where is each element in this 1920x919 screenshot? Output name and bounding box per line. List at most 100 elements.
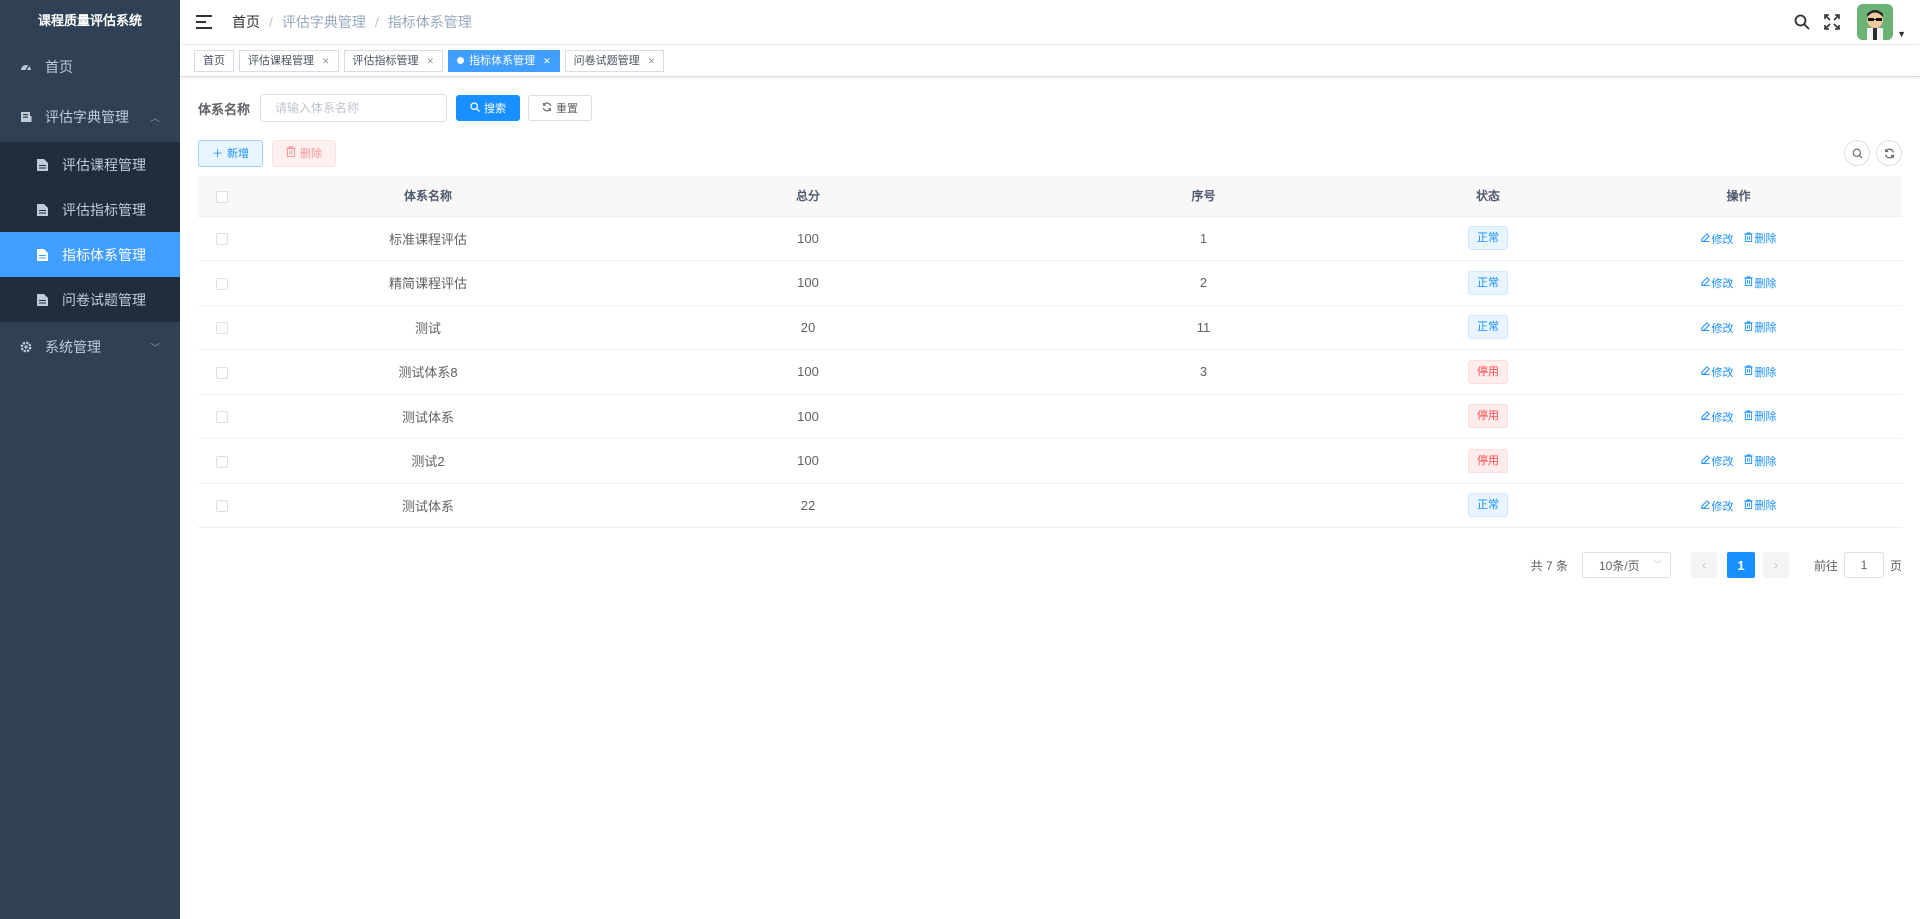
sidebar-item-indicator[interactable]: 评估指标管理: [0, 187, 180, 232]
document-icon: [36, 158, 48, 171]
delete-row-button[interactable]: 删除: [1743, 319, 1777, 335]
sidebar-item-label: 评估字典管理: [45, 109, 129, 125]
breadcrumb-home[interactable]: 首页: [232, 12, 260, 32]
hamburger-menu-icon[interactable]: [196, 15, 212, 29]
page-number-current[interactable]: 1: [1726, 552, 1755, 578]
fullscreen-icon[interactable]: [1823, 13, 1841, 31]
edit-button[interactable]: 修改: [1700, 231, 1734, 247]
delete-row-button[interactable]: 删除: [1743, 408, 1777, 424]
sidebar-item-dictionary[interactable]: 评估字典管理 ︿: [0, 92, 180, 142]
edit-icon: [1700, 455, 1710, 467]
close-icon[interactable]: ✕: [648, 51, 656, 71]
search-button[interactable]: 搜索: [456, 95, 521, 121]
delete-row-button[interactable]: 删除: [1743, 497, 1777, 513]
cell-order: [1006, 394, 1401, 439]
document-icon: [36, 293, 48, 306]
cell-status: 正常: [1401, 216, 1575, 261]
tag-label: 首页: [203, 54, 225, 67]
avatar[interactable]: [1857, 4, 1894, 40]
delete-button-label: 删除: [300, 148, 322, 160]
row-checkbox[interactable]: [216, 277, 228, 290]
cell-score: 100: [610, 260, 1006, 306]
cell-name: 测试体系: [246, 394, 610, 439]
tag-course-eval[interactable]: 评估课程管理 ✕: [239, 49, 339, 72]
document-icon: [36, 203, 48, 216]
cell-actions: 修改 删除: [1575, 216, 1902, 261]
trash-icon: [286, 146, 296, 160]
edit-button[interactable]: 修改: [1700, 275, 1734, 291]
delete-row-button[interactable]: 删除: [1743, 453, 1777, 469]
cell-name: 精简课程评估: [246, 260, 610, 306]
goto-page-input[interactable]: [1843, 552, 1884, 578]
prev-page-button[interactable]: ‹: [1690, 552, 1717, 578]
row-checkbox[interactable]: [216, 411, 228, 424]
row-select-cell: [198, 349, 246, 395]
row-select-cell: [198, 260, 246, 306]
table-row: 测试体系 22 正常 修改 删除: [198, 483, 1902, 528]
toggle-search-button[interactable]: [1844, 140, 1870, 166]
row-checkbox[interactable]: [216, 322, 228, 335]
trash-icon: [1743, 454, 1753, 467]
cell-status: 正常: [1401, 260, 1575, 306]
trash-icon: [1743, 276, 1753, 289]
column-header: 操作: [1575, 176, 1902, 217]
edit-button[interactable]: 修改: [1700, 364, 1734, 380]
sidebar-item-course-eval[interactable]: 评估课程管理: [0, 142, 180, 187]
delete-row-button[interactable]: 删除: [1743, 364, 1777, 380]
tag-indicator[interactable]: 评估指标管理 ✕: [343, 49, 444, 72]
tag-home[interactable]: 首页: [194, 49, 234, 72]
edit-button[interactable]: 修改: [1700, 498, 1734, 514]
document-icon: [36, 248, 48, 261]
cell-actions: 修改 删除: [1575, 438, 1902, 484]
top-navbar: 首页 / 评估字典管理 / 指标体系管理 ▼: [180, 0, 1920, 45]
sidebar-item-questionnaire[interactable]: 问卷试题管理: [0, 277, 180, 322]
delete-row-button[interactable]: 删除: [1743, 275, 1777, 291]
refresh-button[interactable]: [1876, 140, 1902, 166]
sidebar-item-home[interactable]: 首页: [0, 42, 180, 92]
row-checkbox[interactable]: [216, 366, 228, 379]
close-icon[interactable]: ✕: [322, 51, 330, 71]
select-all-checkbox[interactable]: [216, 190, 228, 203]
add-button[interactable]: ＋ 新增: [198, 139, 263, 167]
cell-order: [1006, 438, 1401, 484]
tag-label: 问卷试题管理: [573, 54, 640, 67]
cell-name: 标准课程评估: [246, 216, 610, 261]
status-badge: 停用: [1468, 404, 1508, 429]
close-icon[interactable]: ✕: [543, 51, 551, 71]
cell-order: 3: [1006, 349, 1401, 395]
edit-icon: [1700, 321, 1710, 334]
tag-system-index[interactable]: 指标体系管理 ✕: [448, 49, 560, 72]
sidebar-item-system[interactable]: 系统管理 ﹀: [0, 322, 180, 372]
table-row: 精简课程评估 100 2 正常 修改 删除: [198, 260, 1902, 306]
data-table: 体系名称 总分 序号 状态 操作 标准课程评估 100 1 正常 修改 删除 精简课程评估 1…: [198, 176, 1902, 528]
next-page-button[interactable]: ›: [1762, 552, 1789, 578]
sidebar-item-label: 评估指标管理: [62, 201, 146, 218]
edit-label: 修改: [1711, 233, 1734, 246]
edit-button[interactable]: 修改: [1700, 409, 1734, 425]
edit-button[interactable]: 修改: [1700, 320, 1734, 336]
search-icon[interactable]: [1793, 13, 1811, 31]
sidebar-item-system-index[interactable]: 指标体系管理: [0, 232, 180, 277]
page-size-value: 10条/页: [1598, 558, 1640, 573]
page-size-select[interactable]: 10条/页 ﹀: [1581, 552, 1671, 578]
caret-down-icon[interactable]: ▼: [1897, 29, 1906, 39]
row-checkbox[interactable]: [216, 500, 228, 513]
tag-questionnaire[interactable]: 问卷试题管理 ✕: [564, 49, 665, 72]
table-row: 测试体系 100 停用 修改 删除: [198, 394, 1902, 439]
row-checkbox[interactable]: [216, 455, 228, 468]
status-badge: 正常: [1468, 270, 1508, 295]
delete-button[interactable]: 删除: [272, 139, 336, 167]
search-input[interactable]: [260, 94, 448, 122]
row-checkbox[interactable]: [216, 233, 228, 246]
sidebar-item-label: 问卷试题管理: [62, 291, 146, 308]
reset-button[interactable]: 重置: [528, 95, 593, 121]
status-badge: 正常: [1468, 226, 1508, 251]
edit-button[interactable]: 修改: [1700, 453, 1734, 469]
edit-icon: [1700, 499, 1710, 512]
row-select-cell: [198, 483, 246, 528]
cell-score: 100: [610, 216, 1006, 261]
delete-row-button[interactable]: 删除: [1743, 230, 1777, 246]
active-dot-icon: [457, 57, 465, 64]
trash-icon: [1743, 410, 1753, 423]
close-icon[interactable]: ✕: [427, 51, 435, 71]
